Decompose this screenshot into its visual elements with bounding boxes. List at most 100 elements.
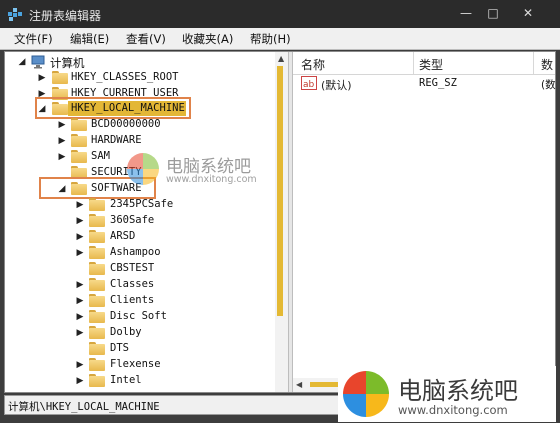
tree-label: HKEY_CLASSES_ROOT (71, 71, 179, 83)
column-header-data[interactable]: 数 (541, 56, 553, 73)
menu-file[interactable]: 文件(F) (14, 31, 53, 47)
column-separator (533, 52, 534, 74)
folder-icon (89, 294, 105, 307)
regedit-icon (8, 8, 22, 21)
watermark-url: www.dnxitong.com (166, 174, 257, 185)
values-pane: 名称 类型 数 ab (默认) REG_SZ (数 ◀ (293, 52, 556, 392)
expand-arrow-icon[interactable]: ▶ (75, 309, 85, 325)
scrollbar-thumb[interactable] (277, 66, 283, 316)
folder-icon (52, 71, 68, 84)
corner-watermark: 电脑系统吧 www.dnxitong.com (338, 366, 556, 422)
tree-node-dolby[interactable]: ▶ Dolby (5, 325, 265, 341)
tree-label: BCD00000000 (91, 118, 161, 130)
tree-label: Disc Soft (110, 310, 167, 322)
expand-arrow-icon[interactable]: ▶ (75, 213, 85, 229)
expand-arrow-icon[interactable]: ▶ (75, 357, 85, 373)
menu-help[interactable]: 帮助(H) (250, 31, 291, 47)
tree-label: 360Safe (110, 214, 155, 226)
tree-node-intel[interactable]: ▶ Intel (5, 373, 265, 389)
tree-node-360safe[interactable]: ▶ 360Safe (5, 213, 265, 229)
menu-favorites[interactable]: 收藏夹(A) (182, 31, 233, 47)
value-row[interactable]: ab (默认) REG_SZ (数 (293, 76, 556, 92)
expand-arrow-icon[interactable]: ▶ (57, 117, 67, 133)
value-type: REG_SZ (419, 77, 457, 89)
tree-label: 计算机 (50, 56, 85, 70)
tree-label: Flexense (110, 358, 161, 370)
maximize-button[interactable]: □ (483, 4, 503, 22)
title-bar: 注册表编辑器 — □ ✕ (0, 0, 560, 28)
tree-label: ARSD (110, 230, 136, 242)
folder-icon (89, 358, 105, 371)
tree-node-flexense[interactable]: ▶ Flexense (5, 357, 265, 373)
tree-node-hardware[interactable]: ▶ HARDWARE (5, 133, 265, 149)
tree-node-clients[interactable]: ▶ Clients (5, 293, 265, 309)
scroll-up-icon[interactable]: ▲ (278, 54, 284, 63)
tree-label: CBSTEST (110, 262, 155, 274)
scroll-left-icon[interactable]: ◀ (296, 380, 302, 389)
tree-label: 2345PCSafe (110, 198, 174, 210)
folder-icon (89, 278, 105, 291)
folder-icon (89, 310, 105, 323)
string-value-icon: ab (301, 76, 317, 90)
svg-text:ab: ab (303, 80, 315, 90)
tree-node-ashampoo[interactable]: ▶ Ashampoo (5, 245, 265, 261)
folder-icon (71, 118, 87, 131)
value-data: (数 (541, 79, 556, 91)
expand-arrow-icon[interactable]: ▶ (75, 229, 85, 245)
folder-icon (89, 198, 105, 211)
expand-arrow-icon[interactable]: ▶ (57, 133, 67, 149)
main-pane: ◢ 计算机 ▶ HKEY_CLASSES_ROOT ▶ HKEY_CURRENT… (4, 51, 556, 393)
tree-node-2345pcsafe[interactable]: ▶ 2345PCSafe (5, 197, 265, 213)
expand-arrow-icon[interactable]: ▶ (57, 149, 67, 165)
expand-arrow-icon[interactable]: ▶ (75, 373, 85, 389)
column-separator (413, 52, 414, 74)
windows-logo-icon (127, 153, 159, 185)
tree-label: Ashampoo (110, 246, 161, 258)
windows-logo-icon (343, 371, 389, 417)
menu-view[interactable]: 查看(V) (126, 31, 166, 47)
folder-icon (71, 150, 87, 163)
tree-node-computer[interactable]: ◢ 计算机 (5, 54, 265, 70)
column-header-type[interactable]: 类型 (419, 56, 443, 73)
collapse-arrow-icon[interactable]: ◢ (17, 54, 27, 70)
tree-node-bcd[interactable]: ▶ BCD00000000 (5, 117, 265, 133)
tree-label: DTS (110, 342, 129, 354)
column-header-name[interactable]: 名称 (301, 56, 325, 73)
hklm-highlight-box (35, 97, 191, 119)
tree-label: HARDWARE (91, 134, 142, 146)
expand-arrow-icon[interactable]: ▶ (37, 70, 47, 86)
tree-label: Clients (110, 294, 155, 306)
tree-label: Intel (110, 374, 142, 386)
tree-label: Dolby (110, 326, 142, 338)
tree-node-arsd[interactable]: ▶ ARSD (5, 229, 265, 245)
tree-node-dts[interactable]: DTS (5, 341, 265, 357)
folder-icon (89, 374, 105, 387)
menu-edit[interactable]: 编辑(E) (70, 31, 109, 47)
expand-arrow-icon[interactable]: ▶ (75, 277, 85, 293)
tree-node-classes[interactable]: ▶ Classes (5, 277, 265, 293)
window-title: 注册表编辑器 (29, 9, 102, 23)
folder-icon (89, 214, 105, 227)
folder-icon (89, 326, 105, 339)
folder-icon (71, 134, 87, 147)
folder-icon (89, 246, 105, 259)
expand-arrow-icon[interactable]: ▶ (75, 245, 85, 261)
tree-vertical-scrollbar[interactable]: ▲ (275, 52, 288, 392)
tree-node-hkcr[interactable]: ▶ HKEY_CLASSES_ROOT (5, 70, 265, 86)
watermark-url: www.dnxitong.com (398, 403, 508, 417)
tree-label: Classes (110, 278, 155, 290)
expand-arrow-icon[interactable]: ▶ (75, 293, 85, 309)
tree-node-disc-soft[interactable]: ▶ Disc Soft (5, 309, 265, 325)
value-name: (默认) (321, 79, 352, 92)
folder-icon (89, 342, 105, 355)
registry-tree[interactable]: ◢ 计算机 ▶ HKEY_CLASSES_ROOT ▶ HKEY_CURRENT… (5, 52, 288, 392)
expand-arrow-icon[interactable]: ▶ (75, 197, 85, 213)
close-button[interactable]: ✕ (518, 4, 538, 22)
folder-icon (89, 230, 105, 243)
expand-arrow-icon[interactable]: ▶ (75, 325, 85, 341)
tree-node-cbstest[interactable]: CBSTEST (5, 261, 265, 277)
center-watermark: 电脑系统吧 www.dnxitong.com (126, 150, 286, 190)
computer-icon (31, 55, 45, 69)
menu-bar: 文件(F) 编辑(E) 查看(V) 收藏夹(A) 帮助(H) (0, 28, 560, 50)
minimize-button[interactable]: — (456, 4, 476, 22)
